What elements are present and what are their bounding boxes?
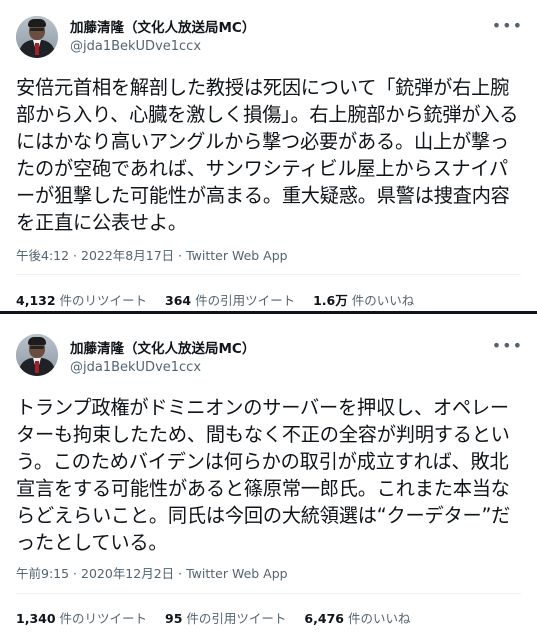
engagement-stats: 1,340 件のリツイート 95 件の引用ツイート 6,476 件のいいね xyxy=(16,608,424,627)
retweet-count[interactable]: 4,132 件のリツイート xyxy=(16,290,147,309)
engagement-stats: 4,132 件のリツイート 364 件の引用ツイート 1.6万 件のいいね xyxy=(16,290,428,309)
divider xyxy=(16,593,521,594)
tweet-text: トランプ政権がドミニオンのサーバーを押収し、オペレーターも拘束したため、間もなく… xyxy=(16,396,511,554)
divider xyxy=(16,274,521,275)
retweet-count[interactable]: 1,340 件のリツイート xyxy=(16,608,147,627)
tweet-text: 安倍元首相を解剖した教授は死因について「銃弾が右上腕部から入り、心臓を激しく損傷… xyxy=(16,76,519,234)
author-handle[interactable]: @jda1BekUDve1ccx xyxy=(70,38,255,56)
tweet-card: 加藤清隆（文化人放送局MC） @jda1BekUDve1ccx ••• 安倍元首… xyxy=(0,0,537,311)
avatar[interactable] xyxy=(16,334,58,376)
author-block: 加藤清隆（文化人放送局MC） @jda1BekUDve1ccx xyxy=(70,340,255,377)
quote-count[interactable]: 364 件の引用ツイート xyxy=(165,290,295,309)
like-count[interactable]: 1.6万 件のいいね xyxy=(313,290,414,309)
more-horizontal-icon[interactable]: ••• xyxy=(492,338,523,354)
author-display-name[interactable]: 加藤清隆（文化人放送局MC） xyxy=(70,19,255,37)
author-display-name[interactable]: 加藤清隆（文化人放送局MC） xyxy=(70,340,255,358)
tweet-timestamp[interactable]: 午前9:15 · 2020年12月2日 · Twitter Web App xyxy=(16,563,288,582)
like-count[interactable]: 6,476 件のいいね xyxy=(304,608,410,627)
tweet-timestamp[interactable]: 午後4:12 · 2022年8月17日 · Twitter Web App xyxy=(16,245,288,264)
more-horizontal-icon[interactable]: ••• xyxy=(492,18,523,34)
tweet-card: 加藤清隆（文化人放送局MC） @jda1BekUDve1ccx ••• トランプ… xyxy=(0,314,537,632)
quote-count[interactable]: 95 件の引用ツイート xyxy=(165,608,286,627)
avatar[interactable] xyxy=(16,16,58,58)
author-block: 加藤清隆（文化人放送局MC） @jda1BekUDve1ccx xyxy=(70,19,255,56)
author-handle[interactable]: @jda1BekUDve1ccx xyxy=(70,359,255,377)
